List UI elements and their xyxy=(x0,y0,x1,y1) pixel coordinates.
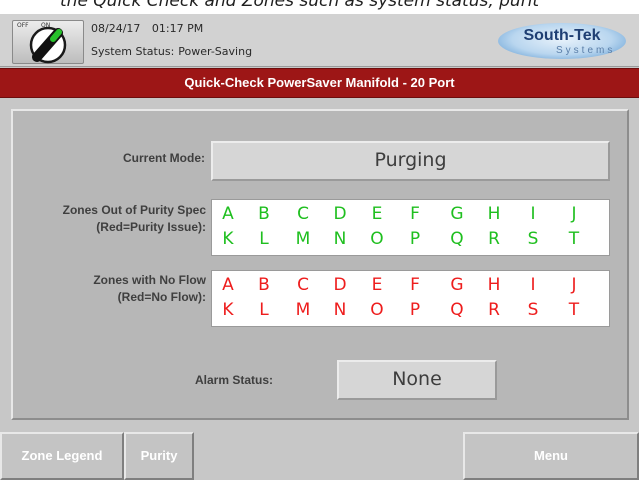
zone-legend-button[interactable]: Zone Legend xyxy=(0,432,124,480)
purity-zone-e-r1: E xyxy=(371,204,383,224)
purity-zone-m-r2: M xyxy=(295,229,311,249)
alarm-status-label: Alarm Status: xyxy=(194,373,273,387)
current-mode-field: Purging xyxy=(211,141,610,181)
purity-zone-f-r1: F xyxy=(410,204,420,224)
purity-zone-grid: A B C D E F G H I J K L M N O P Q R S T xyxy=(212,200,609,255)
purity-zone-d-r1: D xyxy=(333,204,347,224)
flow-zone-g-r1: G xyxy=(450,275,464,295)
flow-zone-p-r2: P xyxy=(409,300,421,320)
flow-zones-label: Zones with No Flow (Red=No Flow): xyxy=(93,273,206,304)
flow-zone-e-r1: E xyxy=(371,275,383,295)
flow-zone-m-r2: M xyxy=(295,300,311,320)
purity-zone-b-r1: B xyxy=(258,204,270,224)
power-switch-button[interactable]: OFF ON xyxy=(12,20,84,64)
quick-check-content: Current Mode: Purging Zones Out of Purit… xyxy=(11,109,629,420)
purity-zone-j-r1: J xyxy=(571,204,577,224)
purity-zone-k-r2: K xyxy=(222,229,234,249)
flow-zone-q-r2: Q xyxy=(450,300,464,320)
flow-zone-l-r2: L xyxy=(259,300,269,320)
page-title: Quick-Check PowerSaver Manifold - 20 Por… xyxy=(184,75,455,90)
flow-zone-t-r2: T xyxy=(568,300,580,320)
system-status-value: Power-Saving xyxy=(178,45,253,58)
menu-button-label: Menu xyxy=(534,448,568,463)
menu-button[interactable]: Menu xyxy=(463,432,639,480)
purity-zone-s-r2: S xyxy=(527,229,539,249)
flow-zone-j-r1: J xyxy=(571,275,577,295)
caption-text: the Quick Check and Zones such as system… xyxy=(60,0,540,11)
time-text: 01:17 PM xyxy=(151,22,204,35)
flow-zone-n-r2: N xyxy=(333,300,347,320)
current-mode-value: Purging xyxy=(374,149,447,171)
purity-zone-l-r2: L xyxy=(259,229,269,249)
purity-zone-g-r1: G xyxy=(450,204,464,224)
purity-zone-c-r1: C xyxy=(297,204,309,224)
system-status: System Status: Power-Saving xyxy=(91,45,256,58)
alarm-status-value: None xyxy=(392,368,442,390)
flow-zone-s-r2: S xyxy=(527,300,539,320)
purity-zone-r-r2: R xyxy=(488,229,500,249)
flow-zones-panel: A B C D E F G H I J K L M N O P Q R S T xyxy=(211,270,610,327)
purity-zone-n-r2: N xyxy=(333,229,347,249)
header-bar: OFF ON 08/24/17 01:17 PM System Status: P… xyxy=(0,14,639,67)
date-text: 08/24/17 xyxy=(91,22,141,35)
flow-zone-i-r1: I xyxy=(530,275,536,295)
zone-legend-button-label: Zone Legend xyxy=(21,448,103,463)
datetime-display: 08/24/17 01:17 PM xyxy=(91,22,211,35)
purity-zone-o-r2: O xyxy=(370,229,384,249)
flow-zone-o-r2: O xyxy=(370,300,384,320)
document-caption: the Quick Check and Zones such as system… xyxy=(0,0,639,14)
purity-zones-label: Zones Out of Purity Spec (Red=Purity Iss… xyxy=(62,203,206,234)
flow-zone-d-r1: D xyxy=(333,275,347,295)
purity-zone-t-r2: T xyxy=(568,229,580,249)
purity-zone-h-r1: H xyxy=(487,204,501,224)
purity-zones-panel: A B C D E F G H I J K L M N O P Q R S T xyxy=(211,199,610,256)
system-status-label: System Status: xyxy=(91,45,175,58)
hmi-panel: OFF ON 08/24/17 01:17 PM System Status: P… xyxy=(0,14,639,480)
flow-zone-h-r1: H xyxy=(487,275,501,295)
purity-button[interactable]: Purity xyxy=(124,432,194,480)
south-tek-logo: South-Tek Systems xyxy=(498,23,626,59)
purity-button-label: Purity xyxy=(140,448,178,463)
flow-zone-b-r1: B xyxy=(258,275,270,295)
flow-zone-k-r2: K xyxy=(222,300,234,320)
purity-zone-q-r2: Q xyxy=(450,229,464,249)
flow-zone-r-r2: R xyxy=(488,300,500,320)
flow-zone-grid: A B C D E F G H I J K L M N O P Q R S T xyxy=(212,271,609,326)
flow-zone-a-r1: A xyxy=(222,275,234,295)
flow-zone-c-r1: C xyxy=(297,275,309,295)
purity-zone-a-r1: A xyxy=(222,204,234,224)
flow-zone-f-r1: F xyxy=(410,275,420,295)
alarm-status-field: None xyxy=(337,360,497,400)
purity-zone-p-r2: P xyxy=(409,229,421,249)
power-toggle-icon xyxy=(29,26,67,64)
current-mode-label: Current Mode: xyxy=(123,151,205,165)
logo-subtitle: Systems xyxy=(556,45,616,56)
purity-zone-i-r1: I xyxy=(530,204,536,224)
title-bar: Quick-Check PowerSaver Manifold - 20 Por… xyxy=(0,68,639,98)
logo-brand: South-Tek xyxy=(523,27,601,44)
